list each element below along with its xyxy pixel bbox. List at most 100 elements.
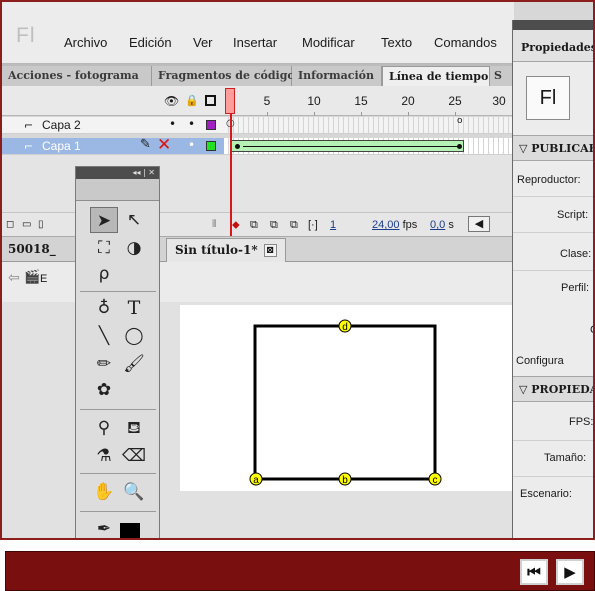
center-frame-icon[interactable]: ⬥ — [232, 219, 240, 232]
menu-ver[interactable]: Ver — [193, 35, 213, 50]
scroll-left-button[interactable]: ◀ — [468, 216, 490, 232]
layer-color-swatch[interactable] — [206, 120, 216, 130]
playhead-handle[interactable] — [225, 88, 235, 114]
eye-icon[interactable]: 👁 — [164, 94, 179, 108]
time-unit: s — [448, 219, 454, 231]
onion-markers-icon[interactable]: [·] — [308, 219, 318, 231]
row-divider — [513, 270, 593, 271]
current-frame[interactable]: 1 — [330, 219, 336, 231]
frame-number: 15 — [354, 94, 368, 108]
tools-panel-grip[interactable] — [76, 179, 159, 201]
line-tool-icon[interactable]: ╲ — [90, 323, 118, 349]
3d-rotation-tool-icon[interactable]: ◑ — [120, 235, 148, 261]
row-divider — [513, 232, 593, 233]
menu-bar: Fl Archivo Edición Ver Insertar Modifica… — [2, 2, 514, 64]
document-tab-other[interactable]: 50018_ — [8, 242, 56, 256]
label-fps: FPS: — [569, 416, 594, 428]
lasso-tool-icon[interactable]: ρ — [90, 261, 118, 287]
stroke-color-icon[interactable]: ✒ — [90, 517, 118, 538]
edit-multiple-icon[interactable]: ⧉ — [290, 219, 298, 232]
new-layer-icon[interactable]: ◻ — [6, 219, 14, 230]
section-propiedades[interactable]: ▽ PROPIEDA — [513, 376, 593, 402]
eyedropper-tool-icon[interactable]: ⚗ — [90, 443, 118, 469]
layer-name[interactable]: Capa 1 — [42, 139, 81, 153]
outline-icon[interactable] — [205, 95, 216, 106]
application-window: Fl Archivo Edición Ver Insertar Modifica… — [0, 0, 595, 540]
scene-icon[interactable]: 🎬 — [24, 270, 40, 285]
tab-acciones[interactable]: Acciones - fotograma — [2, 66, 152, 86]
motion-tween-span[interactable] — [230, 140, 464, 152]
layer-name[interactable]: Capa 2 — [42, 118, 81, 132]
row-divider — [513, 196, 593, 197]
first-frame-button[interactable]: ⏮ — [520, 559, 548, 585]
section-publicar[interactable]: ▽ PUBLICAR — [513, 135, 593, 161]
slide-navigation-bar: ⏮ ▶ — [5, 551, 595, 591]
layer-frames[interactable] — [224, 138, 514, 154]
menu-texto[interactable]: Texto — [381, 35, 412, 50]
menu-insertar[interactable]: Insertar — [233, 35, 277, 50]
label-tamano: Tamaño: — [544, 452, 587, 464]
label-script: Script: — [557, 209, 589, 221]
tab-fragmentos[interactable]: Fragmentos de código — [152, 66, 295, 86]
zoom-tool-icon[interactable]: 🔍 — [120, 479, 148, 505]
text-tool-icon[interactable]: T — [120, 295, 148, 321]
menu-edicion[interactable]: Edición — [129, 35, 172, 50]
panel-tab-bar: Acciones - fotograma Fragmentos de códig… — [2, 64, 514, 86]
timeline-header: 👁 🔒 5 10 15 20 25 30 — [2, 86, 514, 116]
onion-outline-icon[interactable]: ⧉ — [270, 219, 278, 232]
pencil-tool-icon[interactable]: ✏ — [90, 351, 118, 377]
tools-separator — [80, 409, 156, 410]
menu-modificar[interactable]: Modificar — [302, 35, 355, 50]
label-c: C — [590, 324, 593, 336]
hide-x-icon[interactable]: ✕ — [157, 135, 171, 155]
selection-tool-icon[interactable]: ➤ — [90, 207, 118, 233]
lock-dot[interactable]: • — [188, 138, 195, 152]
frame-number: 25 — [448, 94, 462, 108]
onion-skin-icon[interactable]: ⧉ — [250, 219, 258, 232]
hand-tool-icon[interactable]: ✋ — [90, 479, 118, 505]
tools-separator — [80, 291, 156, 292]
tools-panel-titlebar[interactable]: ◂◂ | ✕ — [76, 167, 159, 179]
tools-separator — [80, 473, 156, 474]
menu-archivo[interactable]: Archivo — [64, 35, 107, 50]
bone-tool-icon[interactable]: ⚲ — [90, 415, 118, 441]
brush-tool-icon[interactable]: 🖌 — [120, 351, 148, 377]
delete-layer-icon[interactable]: ▯ — [38, 219, 44, 230]
visibility-dot[interactable]: • — [169, 117, 176, 131]
play-button[interactable]: ▶ — [556, 559, 584, 585]
scroll-handle-icon[interactable]: ⦀ — [212, 219, 216, 230]
fps-display[interactable]: 24,00 fps — [372, 219, 417, 231]
tab-s[interactable]: S — [490, 66, 514, 86]
layer-color-swatch[interactable] — [206, 141, 216, 151]
deco-tool-icon[interactable]: ✿ — [90, 377, 118, 403]
playhead-line — [230, 114, 232, 236]
subselection-tool-icon[interactable]: ↖ — [120, 207, 148, 233]
paint-bucket-tool-icon[interactable]: ⛾ — [120, 415, 148, 441]
eraser-tool-icon[interactable]: ⌫ — [120, 443, 148, 469]
stage[interactable] — [180, 305, 514, 491]
time-display[interactable]: 0,0 s — [430, 219, 454, 231]
properties-titlebar[interactable] — [513, 20, 593, 30]
layer-row-capa-1[interactable]: ⌐ Capa 1 ✎ ✕ • — [2, 135, 514, 155]
layer-frames[interactable]: ○ o — [224, 117, 514, 133]
close-icon[interactable]: ⊠ — [263, 244, 277, 257]
menu-comandos[interactable]: Comandos — [434, 35, 497, 50]
frame-number: 10 — [307, 94, 321, 108]
layer-row-capa-2[interactable]: ⌐ Capa 2 • • ○ o — [2, 117, 514, 134]
new-folder-icon[interactable]: ▭ — [22, 219, 31, 230]
document-tab-active[interactable]: Sin título-1* ⊠ — [166, 238, 286, 262]
keyframe-marker: o — [457, 116, 463, 126]
pen-tool-icon[interactable]: ♁ — [90, 295, 118, 321]
fps-value[interactable]: 24,00 — [372, 219, 400, 231]
stroke-color-swatch[interactable] — [120, 523, 140, 538]
tab-linea-de-tiempo[interactable]: Línea de tiempo — [382, 66, 490, 86]
back-arrow-icon[interactable]: ⇦ — [8, 270, 20, 286]
oval-tool-icon[interactable]: ◯ — [120, 323, 148, 349]
tab-informacion[interactable]: Información — [292, 66, 382, 86]
tab-propiedades[interactable]: Propiedades — [513, 30, 593, 62]
lock-icon[interactable]: 🔒 — [185, 94, 199, 107]
free-transform-tool-icon[interactable]: ⛶ — [90, 235, 118, 261]
lock-dot[interactable]: • — [188, 117, 195, 131]
time-value[interactable]: 0,0 — [430, 219, 445, 231]
scene-label[interactable]: E — [40, 273, 47, 285]
